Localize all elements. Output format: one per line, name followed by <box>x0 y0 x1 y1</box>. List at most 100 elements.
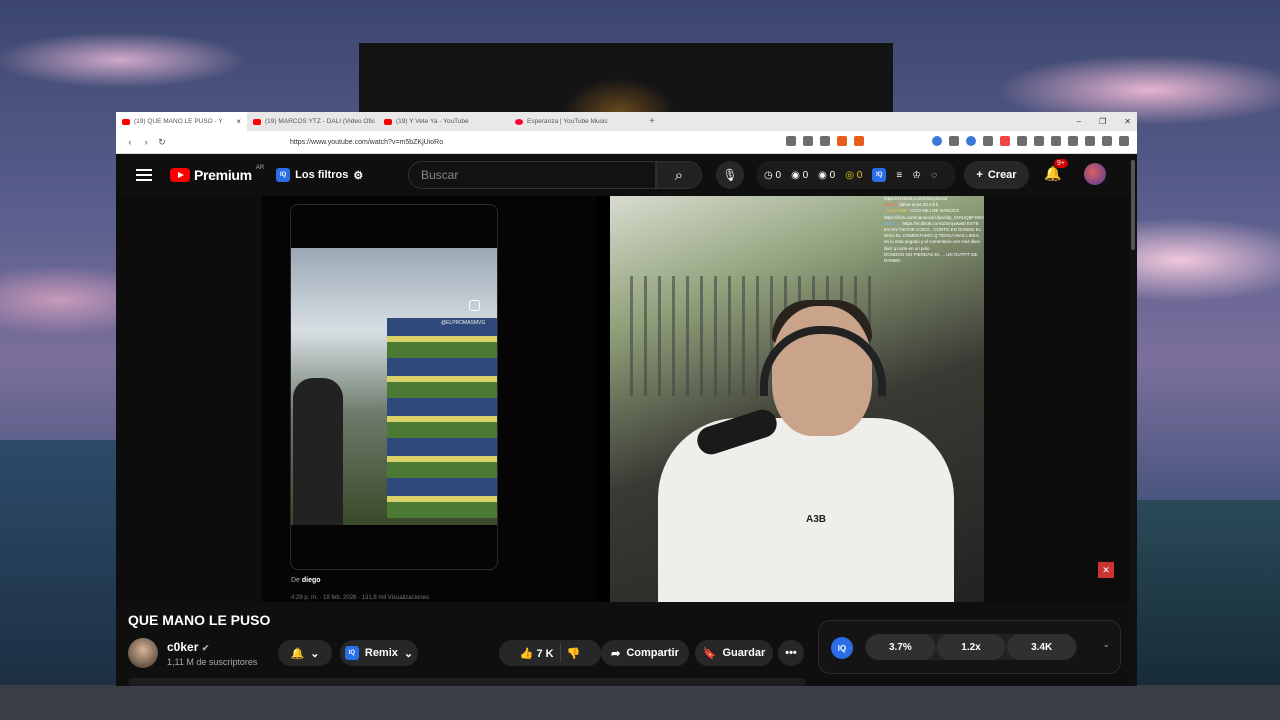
views-stat: ◉ 0 <box>791 169 809 181</box>
post-date: 4:29 p. m. · 18 feb. 2026 · 131,8 mil Vi… <box>291 595 429 601</box>
menu-icon[interactable] <box>1119 136 1129 146</box>
watched-stat: ◉ 0 <box>818 169 836 181</box>
chat-message: _ALLKYNG: CICO MILI DE NANOCS https://ki… <box>884 208 1033 220</box>
wallpaper-ground <box>0 685 1280 720</box>
list-icon[interactable]: ≡ <box>896 170 902 181</box>
save-button[interactable]: 🔖 Guardar <box>695 640 773 666</box>
dislike-icon[interactable]: 👎 <box>567 647 581 660</box>
reload-icon[interactable]: ↻ <box>154 137 170 148</box>
tab-que-mano[interactable]: (19) QUE MANO LE PUSO - Y × <box>116 112 247 131</box>
extension-stats-bar: ◷ 0 ◉ 0 ◉ 0 ◎ 0 IQ ≡ ♔ ◌ <box>756 161 956 189</box>
tab-vete-ya[interactable]: (19) Y Vete Ya - YouTube <box>378 112 509 131</box>
save-label: Guardar <box>722 647 766 659</box>
extension-icon[interactable] <box>932 136 942 146</box>
count-stat: 3.4K <box>1007 634 1077 660</box>
page-scrollbar[interactable] <box>1129 154 1137 686</box>
create-button[interactable]: + Crear <box>964 161 1029 189</box>
shirt-logo: A3B <box>806 514 827 525</box>
vpn-icon[interactable] <box>1102 136 1112 146</box>
extensions-icon[interactable] <box>1085 136 1095 146</box>
extension-icon[interactable] <box>966 136 976 146</box>
description-box[interactable] <box>128 678 806 686</box>
trophy-icon[interactable]: ♔ <box>912 170 921 181</box>
search-button[interactable]: ⌕ <box>656 161 702 189</box>
brave-shield-icon[interactable] <box>837 136 847 146</box>
plus-icon: + <box>976 169 983 181</box>
url-action-icons <box>786 136 864 146</box>
youtube-premium-logo[interactable]: Premium AR <box>170 165 264 183</box>
search-input[interactable]: Buscar <box>408 161 656 189</box>
minimize-icon[interactable]: – <box>1077 117 1081 126</box>
chat-message: Mauri_c: https://vt.tiktok.com/ZSmyukw8/… <box>884 220 982 251</box>
search-icon: ⌕ <box>674 166 684 184</box>
share-icon[interactable] <box>820 136 830 146</box>
tab-marcos[interactable]: (19) MARCOS YTZ - DALI (Video Ofic <box>247 112 378 131</box>
extension-icons <box>932 136 1129 146</box>
tab-label: (19) Y Vete Ya - YouTube <box>396 118 469 125</box>
like-dislike-group: 👍 7 K 👎 <box>499 640 601 666</box>
extension-icon[interactable] <box>1000 136 1010 146</box>
close-window-icon[interactable]: ✕ <box>1124 117 1131 126</box>
shelf-graphic <box>387 318 497 518</box>
address-bar: ‹ › ↻ https://www.youtube.com/watch?v=m5… <box>116 131 1137 154</box>
more-dots-icon: ••• <box>785 647 797 659</box>
filters-label: Los filtros <box>295 169 349 181</box>
notification-badge: 9+ <box>1054 159 1068 168</box>
voice-search-button[interactable]: 🎙 <box>716 161 744 189</box>
chevron-down-icon: ⌄ <box>403 647 414 660</box>
user-avatar[interactable] <box>1084 163 1106 185</box>
remix-button[interactable]: IQ Remix ⌄ <box>340 640 418 666</box>
hamburger-menu-icon[interactable] <box>136 169 152 181</box>
url-field[interactable]: https://www.youtube.com/watch?v=m5bZKjUi… <box>290 139 443 146</box>
open-app-icon[interactable] <box>786 136 796 146</box>
tab-label: (19) MARCOS YTZ - DALI (Video Ofic <box>265 118 375 125</box>
extension-overlay-icon[interactable]: ✕ <box>1098 562 1114 578</box>
time-stat: ◷ 0 <box>764 169 782 181</box>
youtube-play-icon <box>170 168 190 182</box>
back-icon[interactable]: ‹ <box>122 137 138 147</box>
divider <box>559 644 561 662</box>
channel-avatar[interactable] <box>128 638 158 668</box>
chevron-down-icon: ⌄ <box>310 647 320 660</box>
like-button[interactable]: 👍 7 K <box>520 647 554 660</box>
extension-icon[interactable] <box>949 136 959 146</box>
sidebar-icon[interactable] <box>1051 136 1061 146</box>
engagement-stat: 3.7% <box>866 634 935 660</box>
share-button[interactable]: ➦ Compartir <box>601 640 689 666</box>
create-label: Crear <box>987 169 1017 181</box>
player-letterbox-left <box>116 196 262 602</box>
filters-button[interactable]: IQ Los filtros ⚙ <box>276 168 363 182</box>
iq-stats-group: 3.7% 1.2x 3.4K <box>865 634 1077 660</box>
extension-icon[interactable] <box>983 136 993 146</box>
channel-name[interactable]: c0ker ✔ <box>167 640 209 654</box>
iq-extension-icon[interactable]: IQ <box>872 168 887 182</box>
zoom-icon[interactable] <box>803 136 813 146</box>
tab-esperanza[interactable]: Esperanza | YouTube Music <box>509 112 640 131</box>
chevron-down-icon[interactable]: ⌄ <box>1102 639 1110 650</box>
extension-icon[interactable] <box>1017 136 1027 146</box>
post-author: diego <box>301 577 321 584</box>
video-title: QUE MANO LE PUSO <box>128 612 271 628</box>
verified-icon: ✔ <box>201 643 210 653</box>
wallet-icon[interactable] <box>1068 136 1078 146</box>
coins-stat: ◎ 0 <box>845 169 863 181</box>
chat-icon[interactable]: ◌ <box>931 170 937 181</box>
close-tab-icon[interactable]: × <box>236 117 241 126</box>
iq-stats-panel: IQ 3.7% 1.2x 3.4K ⌄ <box>818 620 1121 674</box>
youtube-favicon-icon <box>384 118 392 125</box>
video-player[interactable]: @ELPROMASMVG De diego 4:29 p. m. · 18 fe… <box>116 196 1137 602</box>
youtube-favicon-icon <box>253 118 261 125</box>
more-actions-button[interactable]: ••• <box>778 640 804 666</box>
notification-settings-button[interactable]: 🔔 ⌄ <box>278 640 332 666</box>
rewards-icon[interactable] <box>854 136 864 146</box>
stream-chat-overlay: https://vt.tiktok.com/ZSmyDo43/ Brevel: … <box>882 196 1033 296</box>
iq-extension-icon[interactable]: IQ <box>831 637 853 659</box>
remix-label: Remix <box>364 647 398 659</box>
new-tab-button[interactable]: + <box>644 116 660 127</box>
post-author-line: De diego <box>291 577 321 584</box>
bell-icon: 🔔 <box>290 647 305 660</box>
maximize-icon[interactable]: ❐ <box>1099 117 1106 126</box>
music-icon[interactable] <box>1034 136 1044 146</box>
forward-icon[interactable]: › <box>138 137 154 147</box>
subscriber-count: 1,11 M de suscriptores <box>167 657 258 667</box>
